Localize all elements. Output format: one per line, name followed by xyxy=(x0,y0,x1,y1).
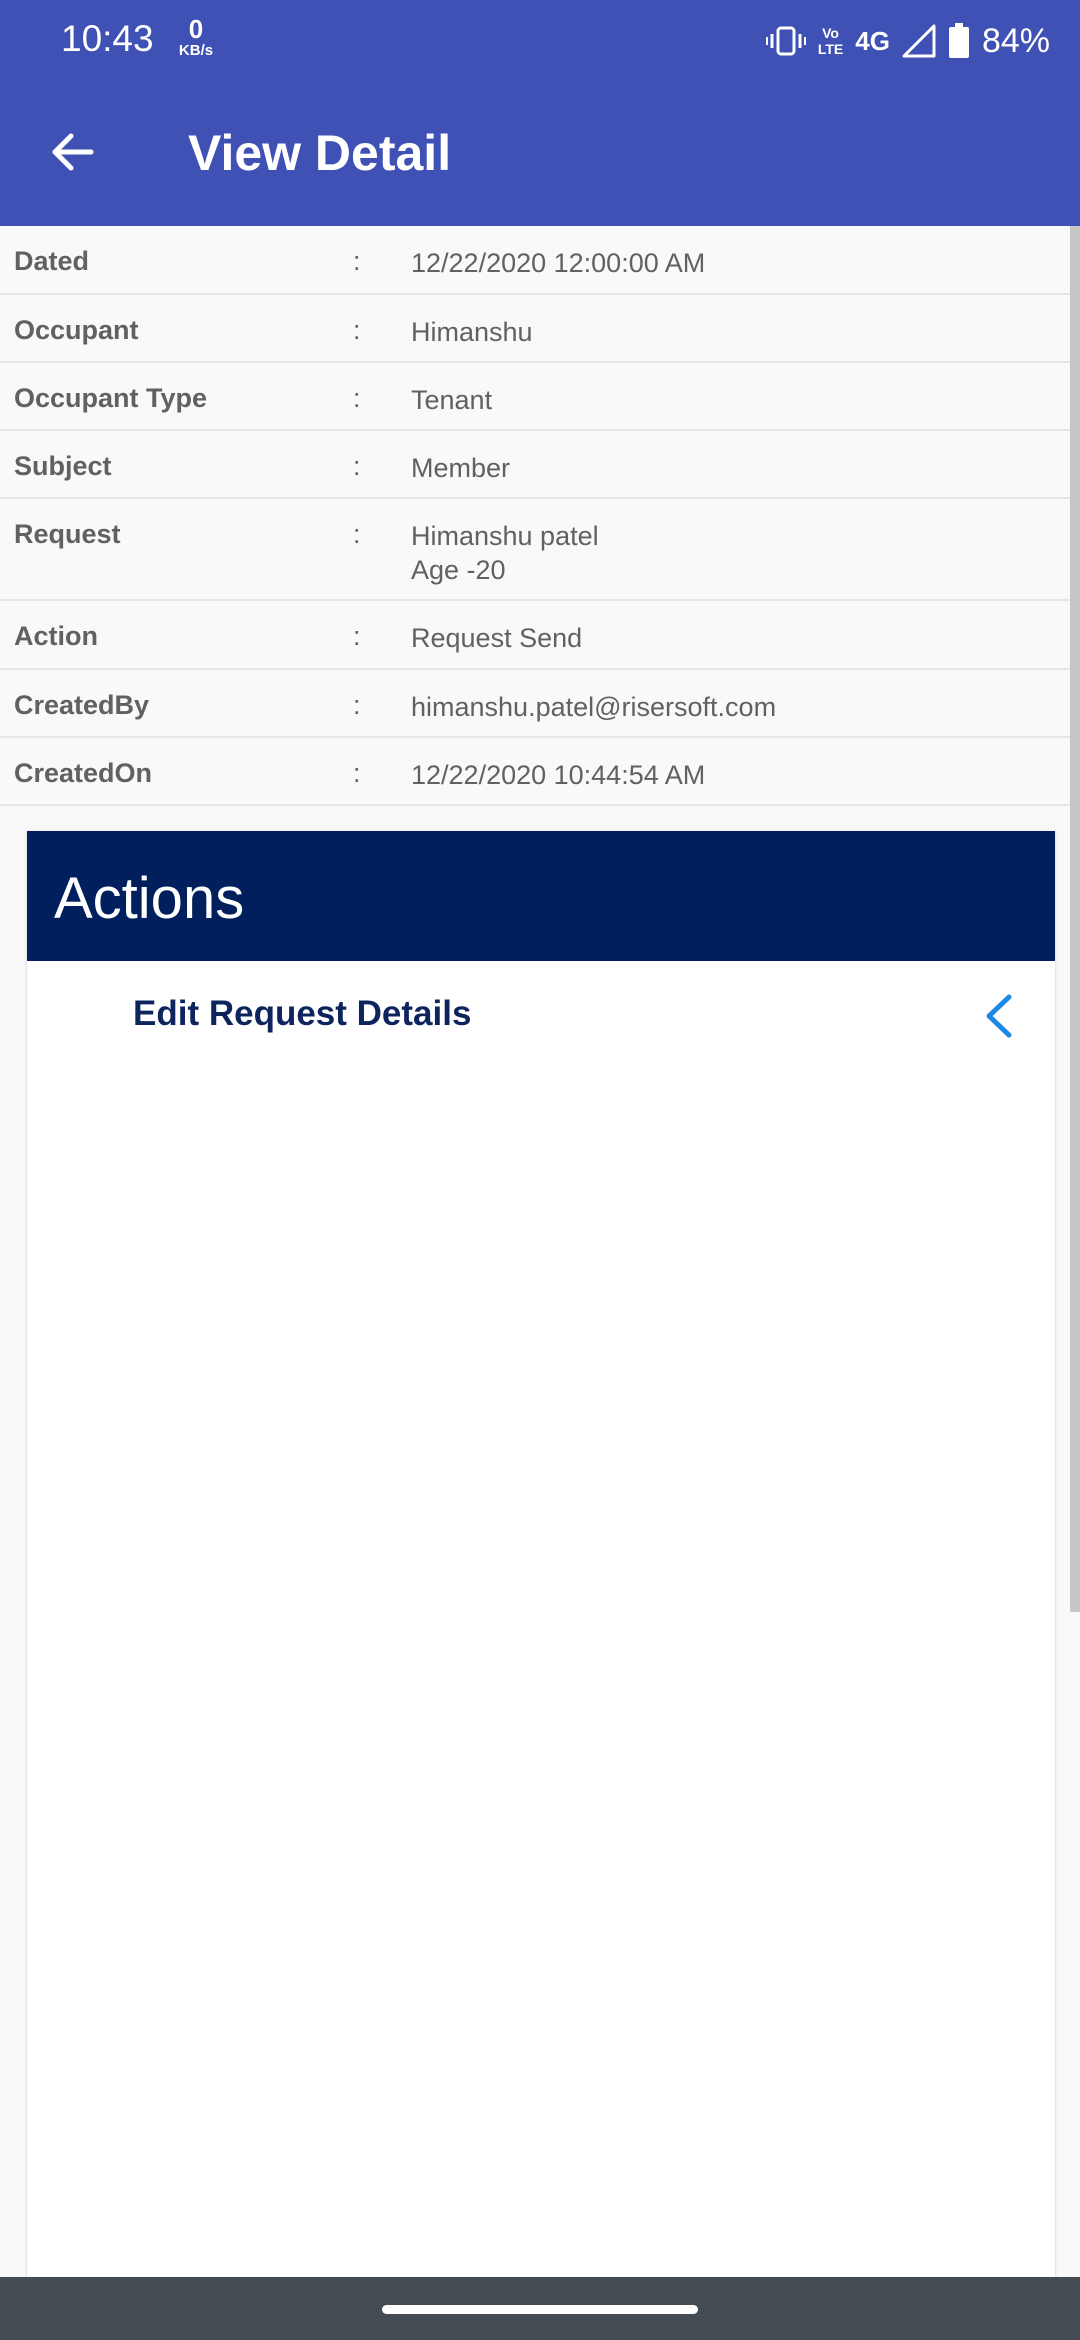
detail-colon: : xyxy=(353,690,361,720)
detail-label: Occupant xyxy=(14,315,139,345)
status-time: 10:43 xyxy=(61,18,154,59)
volte-bottom: LTE xyxy=(817,41,844,57)
network-type: 4G xyxy=(855,25,890,56)
chevron-left-icon[interactable] xyxy=(977,991,1021,1041)
volte-top: Vo xyxy=(822,25,839,41)
home-gesture-handle[interactable] xyxy=(382,2305,698,2314)
detail-value: Member xyxy=(411,453,511,483)
net-speed-indicator: 0 KB/s xyxy=(174,16,218,58)
net-speed-value: 0 xyxy=(188,14,204,44)
scrollbar[interactable] xyxy=(1070,226,1080,1612)
detail-value: 12/22/2020 12:00:00 AM xyxy=(411,248,706,278)
detail-label: CreatedBy xyxy=(14,690,150,720)
detail-row-occupant-type: Occupant Type : Tenant xyxy=(0,363,1070,431)
net-speed-unit: KB/s xyxy=(178,42,214,59)
detail-row-dated: Dated : 12/22/2020 12:00:00 AM xyxy=(0,226,1070,295)
vibrate-icon xyxy=(765,26,806,56)
battery-icon xyxy=(948,23,969,58)
detail-label: Request xyxy=(14,519,121,549)
status-icons: Vo LTE 4G 84% xyxy=(765,16,1050,66)
detail-colon: : xyxy=(353,519,361,549)
detail-value: Request Send xyxy=(411,623,583,653)
detail-label: Dated xyxy=(14,246,90,276)
detail-colon: : xyxy=(353,315,361,345)
detail-value: himanshu.patel@risersoft.com xyxy=(411,692,777,722)
volte-indicator: Vo LTE xyxy=(818,25,843,57)
detail-label: Action xyxy=(14,621,98,651)
detail-row-request: Request : Himanshu patel Age -20 xyxy=(0,499,1070,601)
detail-colon: : xyxy=(353,621,361,651)
detail-row-occupant: Occupant : Himanshu xyxy=(0,295,1070,363)
back-button[interactable] xyxy=(40,120,104,184)
detail-row-created-on: CreatedOn : 12/22/2020 10:44:54 AM xyxy=(0,738,1070,806)
detail-colon: : xyxy=(353,758,361,788)
actions-title: Actions xyxy=(54,866,245,931)
action-item-edit-request[interactable]: Edit Request Details xyxy=(27,961,1055,1071)
detail-value: 12/22/2020 10:44:54 AM xyxy=(411,760,706,790)
detail-colon: : xyxy=(353,246,361,276)
status-bar: 10:43 0 KB/s Vo LTE 4G 84% xyxy=(0,0,1080,82)
detail-label: CreatedOn xyxy=(14,758,153,788)
detail-label: Subject xyxy=(14,451,112,481)
detail-row-created-by: CreatedBy : himanshu.patel@risersoft.com xyxy=(0,670,1070,738)
arrow-back-icon xyxy=(52,133,94,171)
detail-row-subject: Subject : Member xyxy=(0,431,1070,499)
action-item-label: Edit Request Details xyxy=(133,994,472,1033)
detail-row-action: Action : Request Send xyxy=(0,601,1070,670)
detail-label: Occupant Type xyxy=(14,383,208,413)
actions-card: Actions Edit Request Details xyxy=(27,831,1055,2277)
page-title: View Detail xyxy=(188,125,452,181)
detail-colon: : xyxy=(353,451,361,481)
system-nav-bar xyxy=(0,2277,1080,2340)
detail-value: Himanshu xyxy=(411,317,533,347)
detail-list: Dated : 12/22/2020 12:00:00 AM Occupant … xyxy=(0,226,1070,806)
signal-icon xyxy=(902,24,936,58)
actions-header: Actions xyxy=(27,831,1055,961)
detail-colon: : xyxy=(353,383,361,413)
detail-value: Tenant xyxy=(411,385,493,415)
detail-value: Himanshu patel Age -20 xyxy=(411,521,599,585)
battery-percentage: 84% xyxy=(981,21,1050,60)
app-bar: View Detail xyxy=(0,82,1080,226)
